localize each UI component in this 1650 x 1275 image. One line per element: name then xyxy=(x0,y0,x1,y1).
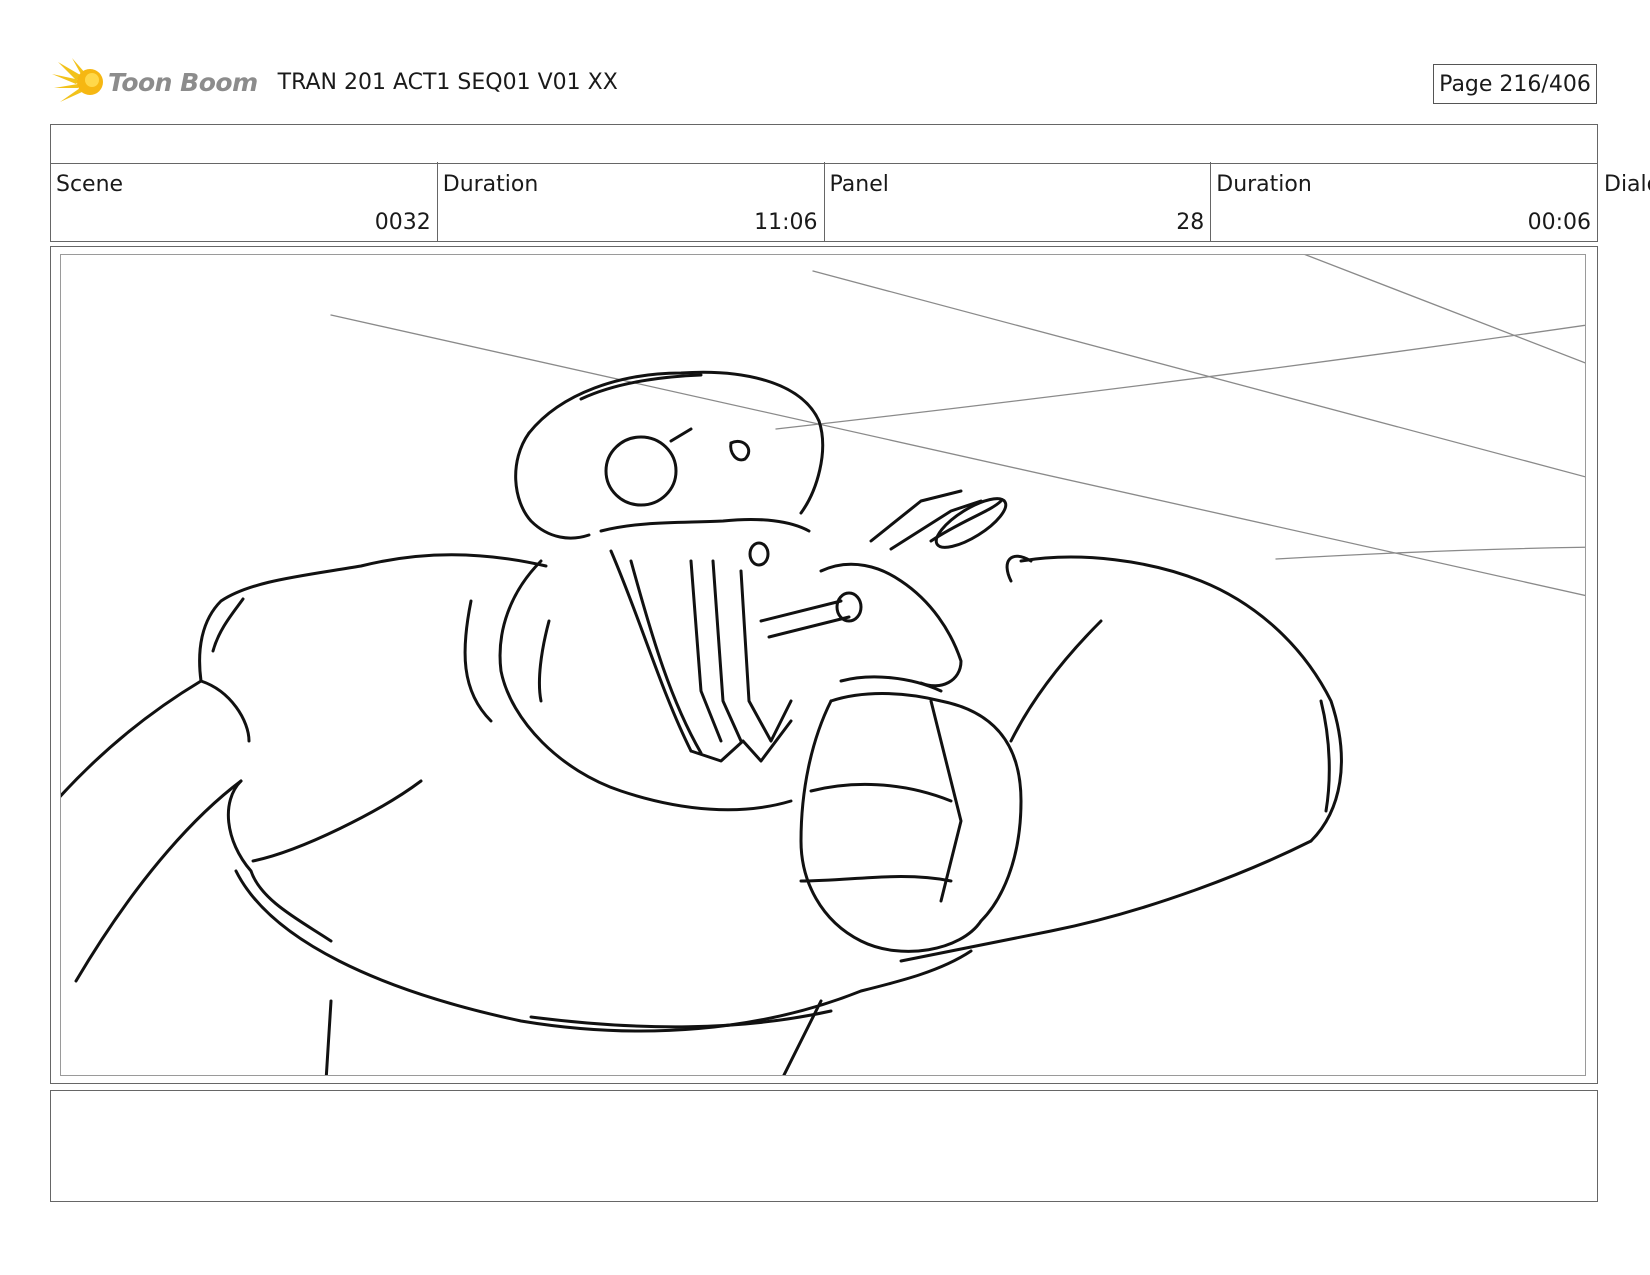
character-sketch xyxy=(61,370,1343,1075)
top-empty-strip xyxy=(50,124,1598,164)
page-number: Page 216/406 xyxy=(1439,71,1591,97)
scene-duration-value: 11:06 xyxy=(754,210,818,235)
panel-label: Panel xyxy=(829,172,889,197)
panel-cell: Panel 28 xyxy=(825,162,1212,241)
panel-duration-cell: Duration 00:06 xyxy=(1211,162,1597,241)
panel-duration-value: 00:06 xyxy=(1527,210,1591,235)
page-number-box: Page 216/406 xyxy=(1433,64,1597,104)
perspective-guide-lines xyxy=(330,255,1585,597)
scene-duration-cell: Duration 11:06 xyxy=(438,162,825,241)
panel-duration-label: Duration xyxy=(1216,172,1312,197)
scene-value: 0032 xyxy=(374,210,431,235)
document-title: TRAN 201 ACT1 SEQ01 V01 XX xyxy=(277,69,618,95)
scene-label: Scene xyxy=(56,172,124,197)
dialog-label: Dialo xyxy=(1604,172,1650,197)
toon-boom-logo: Toon Boom xyxy=(52,58,258,106)
scene-cell: Scene 0032 xyxy=(51,162,438,241)
sunburst-icon xyxy=(52,58,103,102)
notes-area xyxy=(50,1090,1598,1202)
logo-text: Toon Boom xyxy=(108,67,258,97)
scene-info-row: Scene 0032 Duration 11:06 Panel 28 Durat… xyxy=(50,162,1598,242)
scene-duration-label: Duration xyxy=(442,172,539,197)
page-header: Toon Boom TRAN 201 ACT1 SEQ01 V01 XX xyxy=(52,58,618,106)
storyboard-sketch xyxy=(60,254,1586,1076)
panel-value: 28 xyxy=(1176,210,1205,235)
